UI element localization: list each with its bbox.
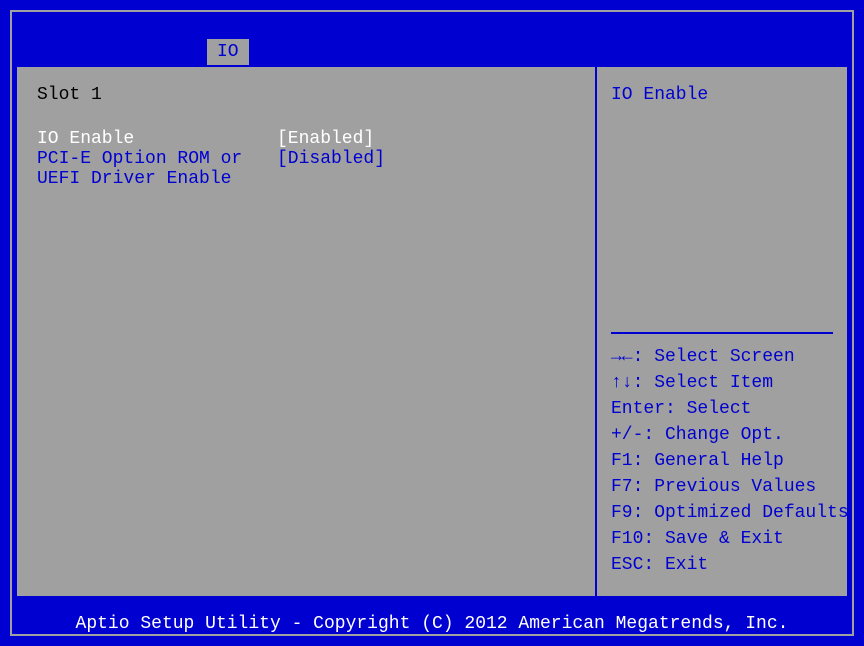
help-save-exit: F10: Save & Exit: [611, 526, 833, 552]
setting-value: [Enabled]: [277, 129, 374, 149]
help-enter-select: Enter: Select: [611, 396, 833, 422]
help-select-screen: →←: Select Screen: [611, 344, 833, 370]
side-panel: IO Enable →←: Select Screen ↑↓: Select I…: [597, 67, 847, 596]
content-box: Slot 1 IO Enable [Enabled] PCI-E Option …: [15, 65, 849, 598]
setting-label: PCI-E Option ROM or UEFI Driver Enable: [37, 149, 277, 189]
main-panel: Slot 1 IO Enable [Enabled] PCI-E Option …: [17, 67, 597, 596]
tab-bar: IO: [10, 37, 854, 65]
setting-label: IO Enable: [37, 129, 277, 149]
setting-pcie-option-rom[interactable]: PCI-E Option ROM or UEFI Driver Enable […: [37, 149, 575, 189]
section-title: Slot 1: [37, 85, 575, 105]
help-divider: [611, 332, 833, 334]
footer-copyright: Aptio Setup Utility - Copyright (C) 2012…: [10, 614, 854, 634]
help-previous-values: F7: Previous Values: [611, 474, 833, 500]
help-change-opt: +/-: Change Opt.: [611, 422, 833, 448]
setting-io-enable[interactable]: IO Enable [Enabled]: [37, 129, 575, 149]
help-optimized-defaults: F9: Optimized Defaults: [611, 500, 833, 526]
setting-label-text: PCI-E Option ROM or UEFI Driver Enable: [37, 149, 257, 189]
help-title: IO Enable: [611, 85, 833, 105]
help-general-help: F1: General Help: [611, 448, 833, 474]
help-esc-exit: ESC: Exit: [611, 552, 833, 578]
tab-io[interactable]: IO: [205, 37, 251, 65]
help-select-item: ↑↓: Select Item: [611, 370, 833, 396]
setting-value: [Disabled]: [277, 149, 385, 189]
help-key-list: →←: Select Screen ↑↓: Select Item Enter:…: [611, 344, 833, 578]
